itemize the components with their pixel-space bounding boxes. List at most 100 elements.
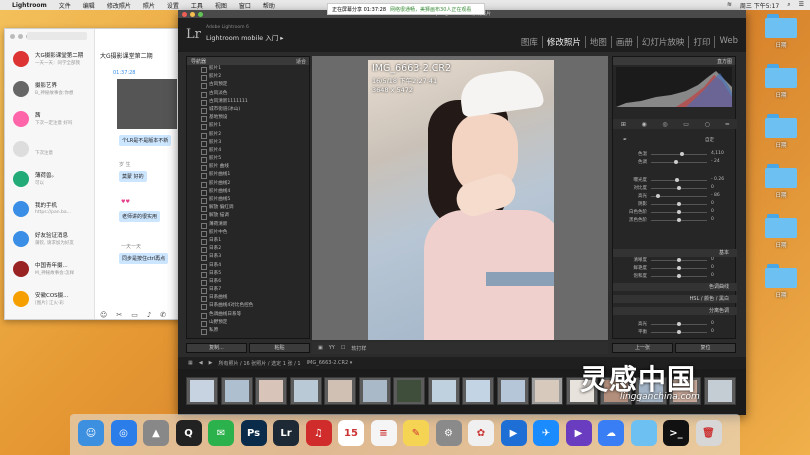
menu-window[interactable]: 窗口: [239, 1, 251, 10]
filmstrip-thumbnail[interactable]: [427, 377, 460, 405]
adjustment-slider[interactable]: 阴影 0: [617, 201, 733, 207]
slider-value[interactable]: 0: [711, 273, 714, 278]
dock-icon-qq[interactable]: Q: [175, 420, 202, 446]
dock-icon-system-preferences[interactable]: ⚙: [435, 420, 462, 446]
conversation-item[interactable]: 我的手机 https://pan.ba...: [5, 195, 95, 225]
module-tab[interactable]: 画册: [610, 36, 637, 48]
filmstrip-thumbnail[interactable]: [255, 377, 287, 405]
slider-knob[interactable]: [679, 151, 684, 156]
preset-item[interactable]: 薄荷清新: [187, 221, 309, 229]
adjustment-slider[interactable]: 曝光度 - 0.26: [617, 177, 733, 183]
filmstrip-thumbnail[interactable]: [496, 377, 529, 405]
preset-item[interactable]: 日系1: [187, 237, 309, 246]
portrait-photo[interactable]: IMG_6663-2.CR2 16/5/18 下午2:27:41 3648 x …: [368, 60, 554, 340]
wifi-icon[interactable]: ≋: [727, 1, 732, 10]
module-tab[interactable]: 地图: [584, 36, 611, 48]
dock-icon-photoshop[interactable]: Ps: [240, 420, 267, 446]
module-tab[interactable]: 打印: [688, 36, 714, 48]
preset-item[interactable]: 胶片 曲线: [187, 163, 309, 172]
histogram-header[interactable]: 直方图: [613, 57, 735, 65]
radial-filter-icon[interactable]: ○: [705, 121, 710, 128]
slider-knob[interactable]: [655, 193, 660, 198]
graduated-filter-icon[interactable]: ▭: [683, 121, 689, 128]
dock-icon-photos[interactable]: ✿: [468, 420, 494, 446]
preset-item[interactable]: 胶片曲线1: [187, 171, 309, 180]
dock-icon-lightroom[interactable]: Lr: [273, 420, 299, 446]
folder-icon[interactable]: [765, 164, 797, 188]
menu-settings[interactable]: 设置: [167, 1, 179, 10]
dock-icon-launchpad[interactable]: ▲: [143, 420, 169, 446]
slider-value[interactable]: 0: [711, 321, 714, 326]
close-button[interactable]: [182, 11, 187, 17]
conversation-item[interactable]: 下次注意: [5, 135, 95, 165]
slider-knob[interactable]: [677, 257, 681, 262]
navigator-fit[interactable]: 适合: [296, 58, 306, 65]
folder-label[interactable]: 日期: [761, 241, 801, 249]
dock-icon-baidu-pan[interactable]: ☁: [598, 420, 624, 446]
paste-button[interactable]: 粘贴: [249, 343, 310, 353]
adjustment-slider[interactable]: 清晰度 0: [617, 257, 733, 263]
adjustment-slider[interactable]: 饱和度 0: [617, 273, 733, 279]
preset-item[interactable]: 日系6: [187, 278, 309, 287]
reset-button[interactable]: 复位: [675, 343, 736, 353]
slider-value[interactable]: 0: [711, 265, 714, 270]
folder-label[interactable]: 日期: [761, 291, 801, 299]
preset-item[interactable]: 胶片5: [187, 155, 309, 164]
slider-track[interactable]: [651, 161, 707, 163]
slider-knob[interactable]: [677, 209, 681, 214]
preset-item[interactable]: 日系2: [187, 245, 309, 254]
preset-item[interactable]: 解放 偏红调: [187, 204, 309, 213]
module-tab[interactable]: 修改照片: [541, 36, 585, 48]
menu-app-name[interactable]: Lightroom: [12, 2, 47, 9]
slider-knob[interactable]: [677, 201, 681, 206]
preset-item[interactable]: 胶片4: [187, 147, 309, 156]
filmstrip-thumbnail[interactable]: [462, 377, 494, 405]
minimize-button[interactable]: [18, 34, 23, 39]
chat-search-input[interactable]: [27, 32, 87, 40]
mic-icon[interactable]: ♪: [147, 311, 151, 319]
conversation-item[interactable]: 茜下次一定注意 好吗: [5, 105, 95, 135]
dock-icon-wechat[interactable]: ✉: [208, 420, 234, 446]
search-icon[interactable]: ⌕: [787, 1, 790, 10]
preset-item[interactable]: 日系曲线: [187, 294, 309, 303]
filmstrip-thumbnail[interactable]: [324, 377, 356, 405]
slider-value[interactable]: 4,110: [711, 151, 724, 156]
menu-edit[interactable]: 编辑: [83, 1, 95, 10]
filmstrip-filename[interactable]: IMG_6663-2.CR2 ▾: [307, 360, 353, 366]
conversation-item[interactable]: 摄影艺界 B_神秘故事会:你想: [5, 75, 95, 105]
slider-knob[interactable]: [677, 265, 681, 270]
folder-label[interactable]: 日期: [761, 91, 801, 99]
menu-develop[interactable]: 修改照片: [107, 1, 131, 10]
zoom-button[interactable]: [198, 11, 203, 17]
preset-item[interactable]: 胶片3: [187, 139, 309, 147]
minimize-button[interactable]: [190, 11, 195, 17]
preset-item[interactable]: 胶片1: [187, 65, 309, 74]
preset-item[interactable]: 胶片2: [187, 131, 309, 139]
dock-icon-feishu[interactable]: ✈: [533, 420, 559, 446]
preset-item[interactable]: 胶片1: [187, 122, 309, 131]
preset-item[interactable]: 古风预定: [187, 81, 309, 90]
preset-item[interactable]: 胶片2: [187, 73, 309, 82]
menu-tools[interactable]: 工具: [191, 1, 203, 10]
folder-label[interactable]: 日期: [761, 141, 801, 149]
dock-icon-folder[interactable]: [630, 420, 657, 446]
slider-knob[interactable]: [677, 329, 681, 334]
slider-knob[interactable]: [674, 177, 679, 182]
brush-icon[interactable]: ━: [725, 121, 729, 128]
slider-value[interactable]: 0: [711, 201, 714, 206]
scissors-icon[interactable]: ✂: [116, 311, 122, 319]
crop-icon[interactable]: ⊞: [621, 121, 626, 128]
phone-icon[interactable]: ✆: [160, 311, 166, 319]
folder-icon[interactable]: [765, 14, 797, 38]
view-mode-icon[interactable]: ▣: [318, 345, 323, 351]
wb-mode[interactable]: 自定: [705, 137, 714, 143]
dock-icon-safari[interactable]: ◎: [110, 420, 137, 446]
slider-value[interactable]: - 86: [711, 193, 720, 198]
adjustment-slider[interactable]: 平衡 0: [617, 329, 733, 335]
folder-label[interactable]: 日期: [761, 191, 801, 199]
tone-curve-section[interactable]: 色调曲线: [613, 283, 737, 291]
adjustment-slider[interactable]: 色调 - 24: [617, 159, 733, 165]
conversation-item[interactable]: 大G摄影课堂第二期 一天一天：同学全部我: [5, 45, 95, 75]
close-button[interactable]: [10, 34, 15, 39]
preset-item[interactable]: 城市街道(冰山): [187, 106, 309, 115]
